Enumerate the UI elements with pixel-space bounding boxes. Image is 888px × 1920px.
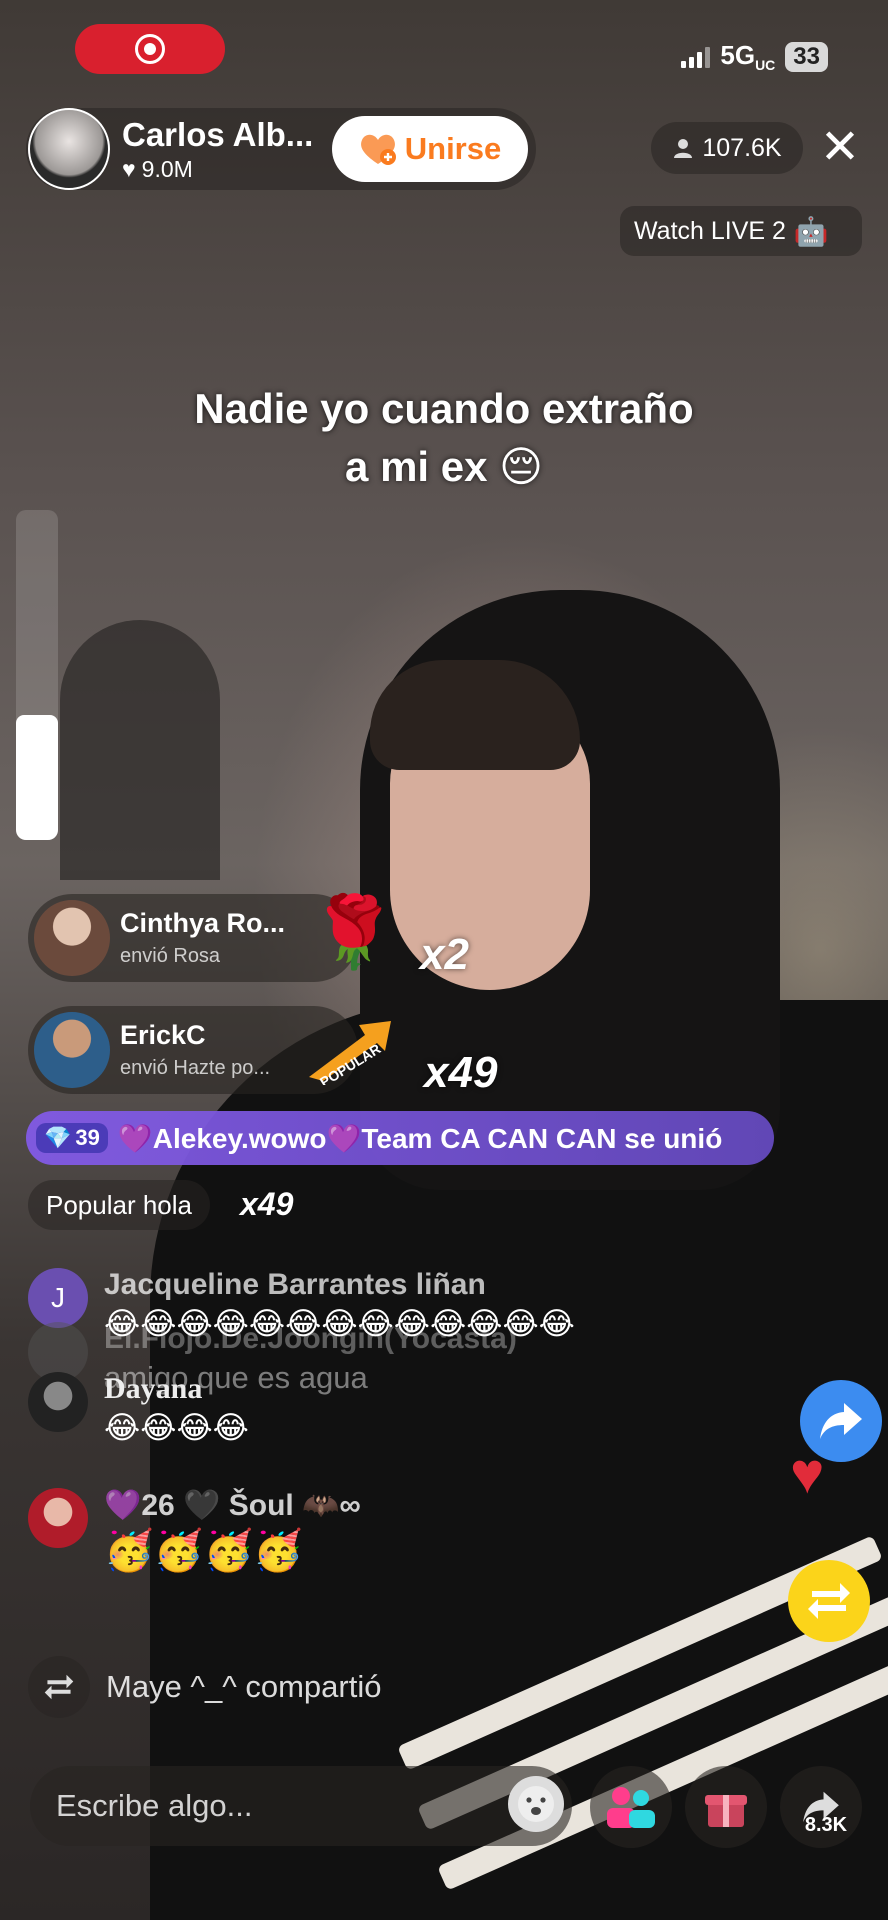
shared-notification: Maye ^_^ compartió (28, 1656, 381, 1718)
gift-notification[interactable]: Cinthya Ro... envió Rosa (28, 894, 358, 982)
gifter-name: Cinthya Ro... (120, 908, 286, 938)
heart-plus-icon (360, 134, 396, 165)
gifter-avatar[interactable] (34, 1012, 110, 1088)
repost-icon (808, 1583, 850, 1619)
chat-message[interactable]: Dayana 😂😂😂😂 (28, 1372, 249, 1446)
zoom-slider[interactable] (16, 510, 58, 840)
gift-description: envió Hazte po... (120, 1057, 271, 1079)
signal-icon (681, 46, 711, 68)
host-name: Carlos Alb... (122, 115, 314, 153)
floating-heart-icon: ♥ (790, 1441, 825, 1506)
gifter-name: ErickC (120, 1020, 206, 1050)
gift-button[interactable] (685, 1766, 767, 1848)
popular-gift-icon: POPULAR (309, 1021, 391, 1085)
chat-avatar[interactable] (28, 1372, 88, 1432)
heart-icon: ♥ (122, 155, 136, 182)
popular-count: x49 (240, 1186, 294, 1222)
chat-text: 🥳🥳🥳🥳 (104, 1529, 304, 1573)
chat-username: Dayana (104, 1372, 203, 1405)
close-icon[interactable]: ✕ (814, 122, 866, 174)
chat-username: Jacqueline Barrantes liñan (104, 1268, 486, 1301)
background-doorway (60, 620, 220, 880)
join-button[interactable]: Unirse (332, 116, 528, 182)
chat-avatar[interactable]: J (28, 1268, 88, 1328)
rose-gift-icon: 🌹 (310, 893, 398, 971)
join-announcement: 💎 39 💜Alekey.wowo💜Team CA CAN CAN se uni… (26, 1111, 774, 1165)
level-badge: 💎 39 (36, 1123, 108, 1153)
host-likes: ♥ 9.0M (122, 155, 193, 182)
chat-avatar[interactable] (28, 1488, 88, 1548)
gift-count: x2 (420, 930, 469, 979)
watch-live-button[interactable]: Watch LIVE 2 🤖 (620, 206, 862, 256)
repost-button[interactable] (788, 1560, 870, 1642)
chat-username: El.Flojo.De.Joongin(Yocasta) (104, 1322, 517, 1355)
diamond-icon: 💎 (44, 1125, 72, 1150)
video-caption: Nadie yo cuando extraño a mi ex 😔 (194, 385, 694, 490)
chat-message[interactable]: 💜26 🖤 Šoul 🦇∞ 🥳🥳🥳🥳 (28, 1488, 361, 1574)
network-type: 5GUC (720, 40, 776, 74)
host-avatar[interactable] (28, 108, 110, 190)
share-arrow-icon (820, 1403, 862, 1439)
popular-gift-row: Popular hola (28, 1180, 210, 1230)
gift-count: x49 (424, 1048, 498, 1097)
share-count: 8.3K (804, 1814, 848, 1836)
screen-record-indicator[interactable] (75, 24, 225, 74)
multi-guest-button[interactable] (590, 1766, 672, 1848)
status-bar: 5GUC 33 (681, 40, 828, 73)
live-preview-icon: 🤖 (793, 215, 829, 247)
gift-icon (705, 1795, 747, 1827)
gift-description: envió Rosa (120, 945, 221, 967)
battery-icon: 33 (785, 41, 828, 72)
viewer-count[interactable]: 107.6K (651, 122, 803, 174)
person-icon (674, 139, 693, 158)
emoji-icon[interactable] (508, 1776, 564, 1832)
record-icon (135, 34, 165, 64)
chat-username: 💜26 🖤 Šoul 🦇∞ (104, 1489, 361, 1522)
chat-text: 😂😂😂😂 (104, 1410, 249, 1445)
multi-guest-icon (607, 1787, 655, 1828)
comment-input[interactable]: Escribe algo... (30, 1766, 572, 1846)
gifter-avatar[interactable] (34, 900, 110, 976)
repost-icon (28, 1656, 90, 1718)
streamer-hair (370, 660, 580, 770)
join-text: 💜Alekey.wowo💜Team CA CAN CAN se unió (117, 1122, 723, 1154)
zoom-slider-fill (16, 714, 58, 840)
